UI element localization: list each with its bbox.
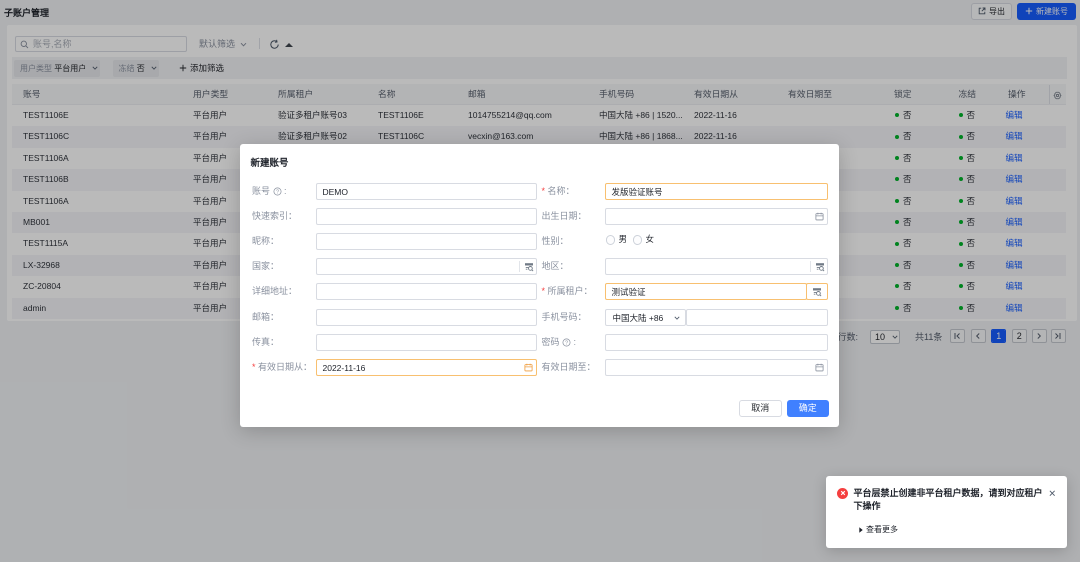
svg-text:?: ? [276,189,279,195]
svg-text:?: ? [565,340,568,346]
